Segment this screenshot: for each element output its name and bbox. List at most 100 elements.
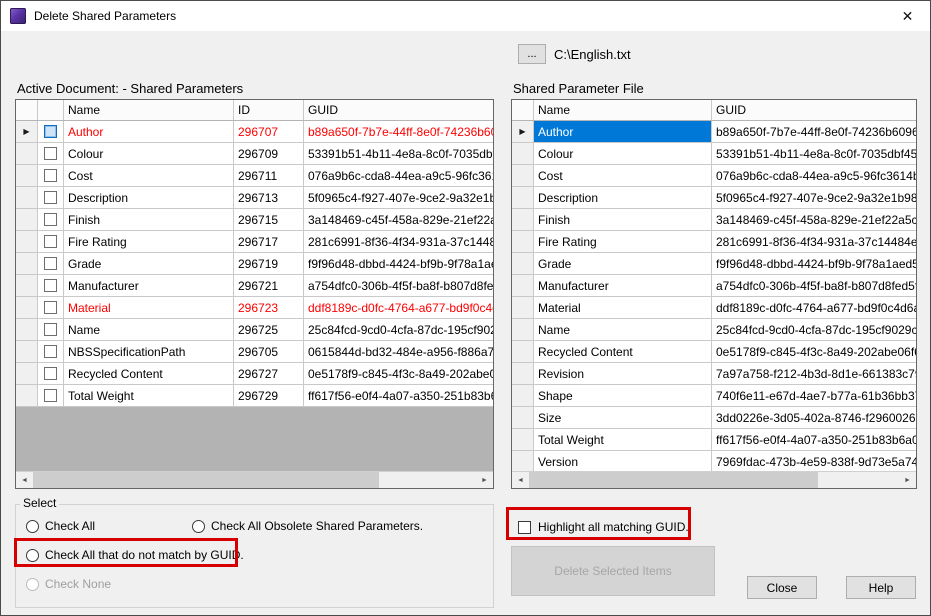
table-row[interactable]: Size3dd0226e-3d05-402a-8746-f296002671e6 (512, 407, 916, 429)
row-selector-cell[interactable] (512, 319, 534, 340)
scrollbar-track[interactable] (33, 472, 476, 488)
checkbox-cell[interactable] (38, 209, 64, 230)
row-selector-cell[interactable] (512, 297, 534, 318)
row-checkbox[interactable] (44, 191, 57, 204)
table-row[interactable]: Materialddf8189c-d0fc-4764-a677-bd9f0c4d… (512, 297, 916, 319)
scroll-left-icon[interactable]: ◄ (16, 472, 33, 488)
table-row[interactable]: Fire Rating296717281c6991-8f36-4f34-931a… (16, 231, 493, 253)
table-row[interactable]: ▶Author296707b89a650f-7b7e-44ff-8e0f-742… (16, 121, 493, 143)
table-row[interactable]: Manufacturer296721a754dfc0-306b-4f5f-ba8… (16, 275, 493, 297)
row-checkbox[interactable] (44, 301, 57, 314)
row-selector-cell[interactable] (512, 407, 534, 428)
row-checkbox[interactable] (44, 345, 57, 358)
row-selector-cell[interactable] (512, 187, 534, 208)
row-selector-cell[interactable] (512, 363, 534, 384)
row-selector-cell[interactable] (16, 253, 38, 274)
checkbox-cell[interactable] (38, 385, 64, 406)
scrollbar-track[interactable] (529, 472, 899, 488)
column-header-name[interactable]: Name (534, 100, 712, 120)
row-selector-cell[interactable] (16, 297, 38, 318)
table-row[interactable]: Colour53391b51-4b11-4e8a-8c0f-7035dbf454… (512, 143, 916, 165)
row-selector-cell[interactable] (16, 363, 38, 384)
row-checkbox[interactable] (44, 279, 57, 292)
column-header-name[interactable]: Name (64, 100, 234, 120)
column-header-guid[interactable]: GUID (712, 100, 916, 120)
table-row[interactable]: Grade296719f9f96d48-dbbd-4424-bf9b-9f78a… (16, 253, 493, 275)
row-checkbox[interactable] (44, 169, 57, 182)
column-header-guid[interactable]: GUID (304, 100, 493, 120)
table-row[interactable]: Finish3a148469-c45f-458a-829e-21ef22a5cf… (512, 209, 916, 231)
horizontal-scrollbar[interactable]: ◄ ► (512, 471, 916, 488)
row-selector-cell[interactable] (16, 209, 38, 230)
row-checkbox[interactable] (44, 147, 57, 160)
table-row[interactable]: Name29672525c84fcd-9cd0-4cfa-87dc-195cf9… (16, 319, 493, 341)
checkbox-cell[interactable] (38, 231, 64, 252)
delete-selected-items-button[interactable]: Delete Selected Items (511, 546, 715, 596)
table-row[interactable]: Total Weightff617f56-e0f4-4a07-a350-251b… (512, 429, 916, 451)
row-checkbox[interactable] (44, 125, 57, 138)
row-checkbox[interactable] (44, 389, 57, 402)
checkbox-cell[interactable] (38, 275, 64, 296)
row-selector-cell[interactable]: ▶ (512, 121, 534, 142)
checkbox-cell[interactable] (38, 319, 64, 340)
table-row[interactable]: Colour29670953391b51-4b11-4e8a-8c0f-7035… (16, 143, 493, 165)
row-selector-cell[interactable]: ▶ (16, 121, 38, 142)
table-row[interactable]: Name25c84fcd-9cd0-4cfa-87dc-195cf9029c30 (512, 319, 916, 341)
help-button[interactable]: Help (846, 576, 916, 599)
row-selector-cell[interactable] (512, 143, 534, 164)
table-row[interactable]: Material296723ddf8189c-d0fc-4764-a677-bd… (16, 297, 493, 319)
table-row[interactable]: Manufacturera754dfc0-306b-4f5f-ba8f-b807… (512, 275, 916, 297)
row-selector-cell[interactable] (16, 341, 38, 362)
row-selector-cell[interactable] (512, 275, 534, 296)
table-row[interactable]: NBSSpecificationPath2967050615844d-bd32-… (16, 341, 493, 363)
table-row[interactable]: Description2967135f0965c4-f927-407e-9ce2… (16, 187, 493, 209)
table-row[interactable]: ▶Authorb89a650f-7b7e-44ff-8e0f-74236b609… (512, 121, 916, 143)
table-row[interactable]: Finish2967153a148469-c45f-458a-829e-21ef… (16, 209, 493, 231)
row-selector-cell[interactable] (512, 341, 534, 362)
checkbox-cell[interactable] (38, 297, 64, 318)
table-row[interactable]: Description5f0965c4-f927-407e-9ce2-9a32e… (512, 187, 916, 209)
row-checkbox[interactable] (44, 323, 57, 336)
row-selector-cell[interactable] (512, 231, 534, 252)
table-row[interactable]: Version7969fdac-473b-4e59-838f-9d73e5a74… (512, 451, 916, 471)
table-row[interactable]: Revision7a97a758-f212-4b3d-8d1e-661383c7… (512, 363, 916, 385)
row-selector-cell[interactable] (16, 275, 38, 296)
scrollbar-thumb[interactable] (33, 472, 379, 488)
row-selector-cell[interactable] (512, 429, 534, 450)
browse-button[interactable]: ... (518, 44, 546, 64)
row-checkbox[interactable] (44, 213, 57, 226)
row-selector-cell[interactable] (16, 385, 38, 406)
table-row[interactable]: Fire Rating281c6991-8f36-4f34-931a-37c14… (512, 231, 916, 253)
table-row[interactable]: Gradef9f96d48-dbbd-4424-bf9b-9f78a1aed5d… (512, 253, 916, 275)
checkbox-cell[interactable] (38, 253, 64, 274)
column-header-id[interactable]: ID (234, 100, 304, 120)
radio-check-all-obsolete-shared-parameters[interactable]: Check All Obsolete Shared Parameters. (192, 519, 423, 533)
checkbox-cell[interactable] (38, 121, 64, 142)
table-row[interactable]: Recycled Content2967270e5178f9-c845-4f3c… (16, 363, 493, 385)
table-row[interactable]: Cost076a9b6c-cda8-44ea-a9c5-96fc3614bc28 (512, 165, 916, 187)
table-row[interactable]: Recycled Content0e5178f9-c845-4f3c-8a49-… (512, 341, 916, 363)
scroll-right-icon[interactable]: ► (899, 472, 916, 488)
highlight-matching-guid-checkbox[interactable]: Highlight all matching GUID. (518, 520, 689, 534)
checkbox-cell[interactable] (38, 187, 64, 208)
row-checkbox[interactable] (44, 235, 57, 248)
close-window-button[interactable]: ✕ (885, 1, 930, 31)
scroll-left-icon[interactable]: ◄ (512, 472, 529, 488)
scroll-right-icon[interactable]: ► (476, 472, 493, 488)
row-selector-cell[interactable] (16, 143, 38, 164)
close-button[interactable]: Close (747, 576, 817, 599)
checkbox-cell[interactable] (38, 363, 64, 384)
radio-check-all-that-do-not-match-by-guid[interactable]: Check All that do not match by GUID. (26, 548, 244, 562)
horizontal-scrollbar[interactable]: ◄ ► (16, 471, 493, 488)
scrollbar-thumb[interactable] (529, 472, 818, 488)
checkbox-cell[interactable] (38, 341, 64, 362)
checkbox-cell[interactable] (38, 165, 64, 186)
row-selector-cell[interactable] (16, 187, 38, 208)
row-selector-cell[interactable] (512, 165, 534, 186)
row-selector-cell[interactable] (512, 209, 534, 230)
row-checkbox[interactable] (44, 367, 57, 380)
row-selector-cell[interactable] (16, 165, 38, 186)
row-selector-cell[interactable] (512, 385, 534, 406)
row-selector-cell[interactable] (16, 231, 38, 252)
row-selector-cell[interactable] (512, 451, 534, 471)
